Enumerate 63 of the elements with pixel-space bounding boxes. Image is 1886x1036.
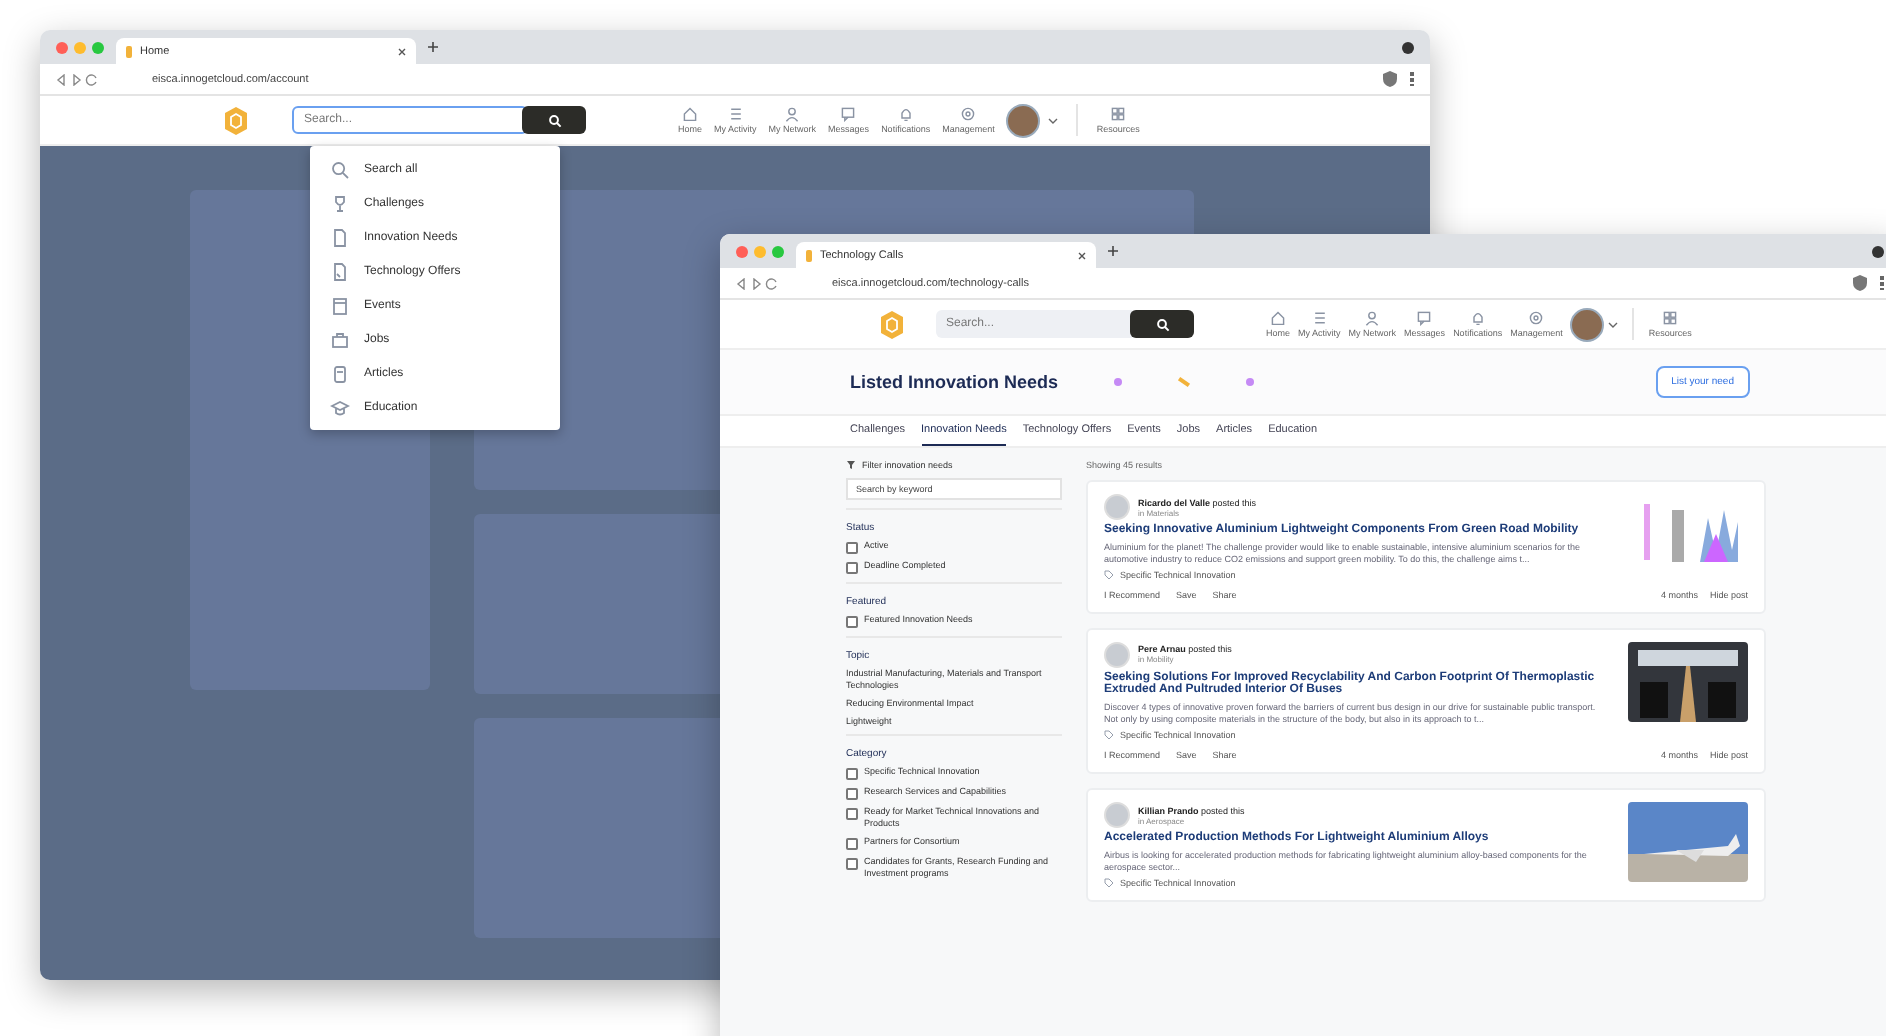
- checkbox[interactable]: [846, 858, 858, 871]
- checkbox[interactable]: [846, 616, 858, 628]
- record-icon: [1872, 245, 1884, 257]
- caret-icon[interactable]: [1048, 117, 1059, 123]
- list-icon: [1311, 310, 1328, 326]
- avatar[interactable]: [1570, 307, 1605, 341]
- sparkle-icon: [1246, 378, 1255, 386]
- gear-icon: [1528, 310, 1545, 326]
- record-icon: [1402, 41, 1414, 53]
- people-icon: [784, 106, 801, 122]
- checkbox[interactable]: [846, 808, 858, 821]
- plus-icon[interactable]: [428, 42, 438, 52]
- checkbox[interactable]: [846, 838, 858, 851]
- shield-icon: [1852, 274, 1868, 292]
- search-button[interactable]: [522, 106, 586, 134]
- search-icon: [330, 159, 350, 179]
- document-icon: [330, 227, 350, 247]
- checkbox[interactable]: [846, 562, 858, 574]
- tag-icon: [1104, 877, 1114, 888]
- checkbox[interactable]: [846, 788, 858, 801]
- calendar-icon: [330, 295, 350, 315]
- gear-icon: [960, 106, 977, 122]
- navigation-arrows-icon[interactable]: [56, 73, 100, 85]
- briefcase-icon: [330, 329, 350, 349]
- navigation-arrows-icon[interactable]: [736, 277, 780, 289]
- checkbox[interactable]: [846, 768, 858, 781]
- search-button[interactable]: [1130, 310, 1194, 338]
- filter-icon: [846, 460, 856, 470]
- close-icon[interactable]: [398, 47, 406, 55]
- avatar: [1104, 494, 1130, 520]
- home-icon: [1270, 310, 1286, 326]
- bus-interior-photo: [1628, 641, 1748, 722]
- bell-icon: [897, 106, 914, 122]
- bell-icon: [1469, 310, 1486, 326]
- home-icon: [682, 106, 698, 122]
- list-icon: [727, 106, 744, 122]
- checkbox[interactable]: [846, 542, 858, 554]
- chat-icon: [1416, 310, 1433, 326]
- window-controls[interactable]: [736, 245, 784, 257]
- tag-icon: [1104, 569, 1114, 580]
- trophy-icon: [330, 193, 350, 213]
- search-icon: [547, 113, 561, 127]
- avatar[interactable]: [1006, 103, 1041, 137]
- search-icon: [1155, 317, 1169, 331]
- page-title: Listed Innovation Needs: [850, 372, 1059, 392]
- document-icon: [330, 261, 350, 281]
- window-controls[interactable]: [56, 41, 104, 53]
- grid-icon: [1110, 106, 1127, 122]
- shield-icon: [1382, 70, 1398, 88]
- pencil-icon: [1177, 376, 1191, 388]
- tag-icon: [1104, 730, 1114, 741]
- graduation-cap-icon: [330, 397, 350, 417]
- people-icon: [1364, 310, 1381, 326]
- caret-icon[interactable]: [1608, 321, 1619, 327]
- plus-icon[interactable]: [1108, 246, 1118, 256]
- grid-icon: [1662, 310, 1679, 326]
- airplane-photo: [1628, 802, 1748, 883]
- sparkle-icon: [1114, 378, 1123, 386]
- avatar: [1104, 802, 1130, 829]
- avatar: [1104, 641, 1130, 668]
- close-icon[interactable]: [1078, 251, 1086, 259]
- chat-icon: [840, 106, 857, 122]
- article-icon: [330, 363, 350, 383]
